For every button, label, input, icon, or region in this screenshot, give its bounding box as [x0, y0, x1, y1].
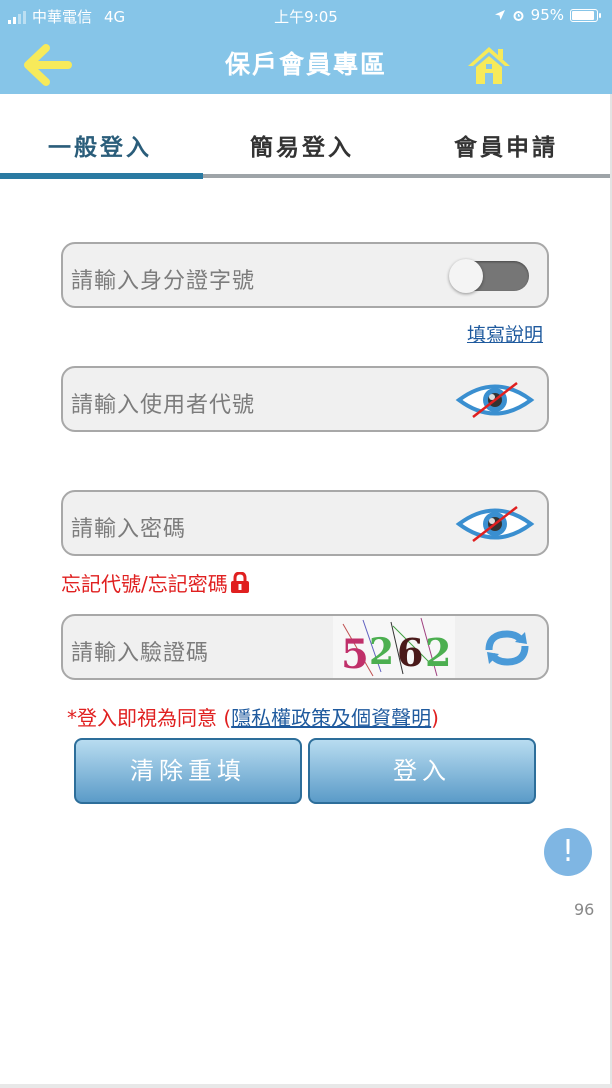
clear-button[interactable]: 清除重填 — [74, 738, 302, 804]
svg-text:5: 5 — [341, 631, 369, 678]
login-tabs: 一般登入 簡易登入 會員申請 — [0, 94, 612, 180]
tab-member-apply[interactable]: 會員申請 — [454, 128, 558, 162]
lock-icon — [230, 571, 249, 593]
captcha-placeholder: 請輸入驗證碼 — [71, 641, 210, 666]
agreement-suffix: ) — [431, 706, 439, 730]
hidden-eye-icon[interactable] — [455, 377, 535, 423]
page-title: 保戶會員專區 — [224, 50, 387, 79]
status-bar: 中華電信 4G 上午9:05 95% — [0, 0, 612, 30]
alarm-icon — [513, 10, 524, 21]
status-right: 95% — [494, 6, 601, 24]
toggle-knob — [449, 259, 483, 293]
active-tab-indicator — [0, 173, 203, 179]
agreement-prefix: *登入即視為同意 ( — [67, 706, 232, 730]
battery-icon — [570, 8, 601, 22]
svg-text:2: 2 — [369, 631, 394, 673]
alert-icon[interactable]: ! — [544, 828, 592, 876]
forgot-id-password-link[interactable]: 忘記代號/忘記密碼 — [61, 568, 250, 597]
bottom-divider — [0, 1084, 612, 1088]
password-placeholder: 請輸入密碼 — [71, 517, 187, 542]
fill-instructions-link[interactable]: 填寫說明 — [467, 320, 543, 347]
refresh-captcha-icon[interactable] — [481, 628, 533, 668]
agreement-notice: *登入即視為同意 (隱私權政策及個資聲明) — [67, 702, 439, 731]
svg-text:6: 6 — [397, 630, 423, 675]
top-bar: 中華電信 4G 上午9:05 95% 保戶會員專區 — [0, 0, 612, 94]
captcha-image: 5 2 6 2 — [333, 616, 455, 678]
counter-text: 96 — [574, 900, 595, 919]
user-id-field[interactable]: 請輸入使用者代號 — [61, 366, 549, 432]
home-icon[interactable] — [466, 44, 512, 86]
battery-percent: 95% — [530, 6, 564, 24]
location-icon — [494, 10, 505, 20]
tab-underline — [0, 173, 612, 179]
forgot-link-text: 忘記代號/忘記密碼 — [61, 572, 228, 596]
captcha-field[interactable]: 請輸入驗證碼 5 2 6 2 — [61, 614, 549, 680]
tab-general-login[interactable]: 一般登入 — [48, 128, 152, 162]
login-button[interactable]: 登入 — [308, 738, 536, 804]
id-number-placeholder: 請輸入身分證字號 — [71, 269, 256, 294]
privacy-policy-link[interactable]: 隱私權政策及個資聲明 — [231, 706, 431, 730]
password-field[interactable]: 請輸入密碼 — [61, 490, 549, 556]
remember-id-toggle[interactable] — [449, 259, 529, 293]
tab-simple-login[interactable]: 簡易登入 — [250, 128, 354, 162]
svg-text:2: 2 — [425, 630, 451, 675]
hidden-eye-icon[interactable] — [455, 501, 535, 547]
id-number-field[interactable]: 請輸入身分證字號 — [61, 242, 549, 308]
user-id-placeholder: 請輸入使用者代號 — [71, 393, 256, 418]
